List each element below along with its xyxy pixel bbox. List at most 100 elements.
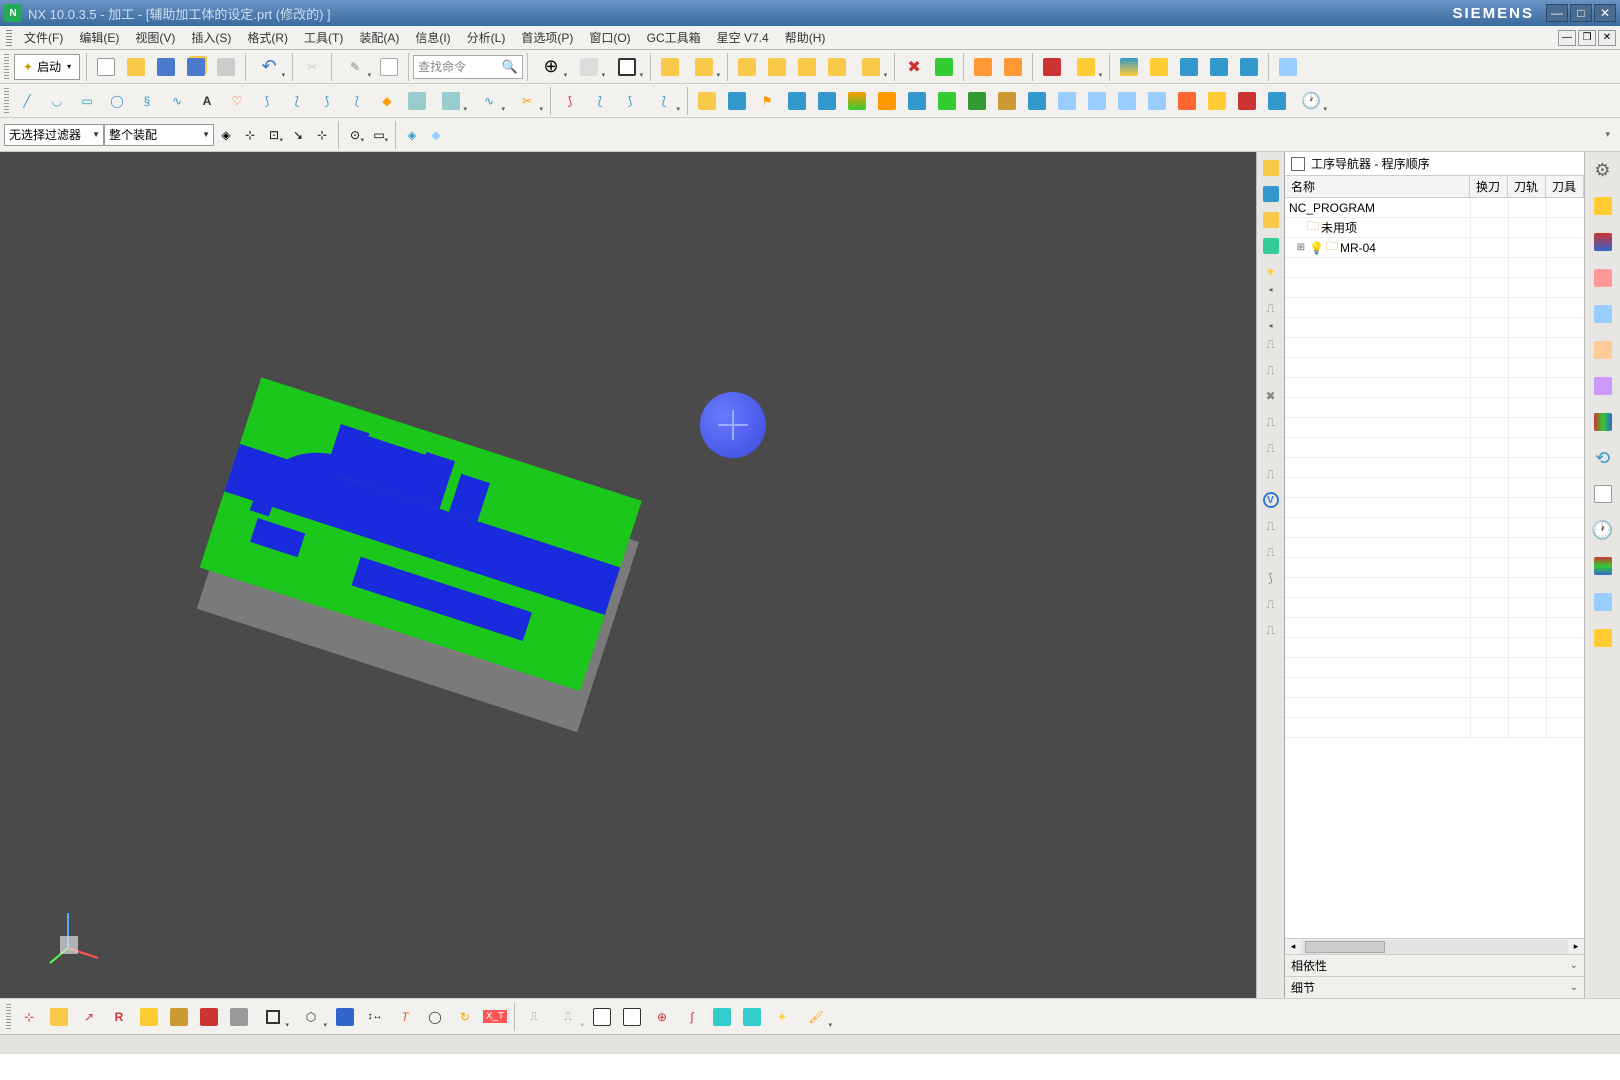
bb-red-icon[interactable]	[195, 1003, 223, 1031]
tree-root[interactable]: NC_PROGRAM	[1285, 198, 1584, 218]
expand-icon[interactable]: ⊞	[1295, 242, 1307, 253]
cam-p14-icon[interactable]	[1173, 87, 1201, 115]
menu-info[interactable]: 信息(I)	[407, 27, 458, 48]
vb-d8-icon[interactable]: ⎍	[1259, 514, 1283, 538]
red-cube-icon[interactable]	[1038, 53, 1066, 81]
sel-icon-2[interactable]: ⊹	[239, 124, 261, 146]
yellow-cube-icon[interactable]: ▾	[1068, 53, 1104, 81]
cam-p11-icon[interactable]	[1083, 87, 1111, 115]
cam-p2-icon[interactable]	[813, 87, 841, 115]
save-icon[interactable]	[152, 53, 180, 81]
curve5-icon[interactable]: ⟅▾	[646, 87, 682, 115]
cyl2-icon[interactable]: ▾	[433, 87, 469, 115]
maximize-button[interactable]: □	[1570, 4, 1592, 22]
wcs-icon[interactable]: ⊕▾	[533, 53, 569, 81]
open-icon[interactable]	[122, 53, 150, 81]
toolbar-grip-2[interactable]	[4, 88, 9, 114]
col-tool[interactable]: 刀具	[1546, 176, 1584, 197]
grid5-icon[interactable]	[1235, 53, 1263, 81]
bb-blue-icon[interactable]	[331, 1003, 359, 1031]
cam-tool-icon[interactable]	[723, 87, 751, 115]
vb-d12-icon[interactable]: ⎍	[1259, 618, 1283, 642]
cam-p3-icon[interactable]	[843, 87, 871, 115]
sel-icon-8[interactable]: ◈	[401, 124, 423, 146]
cam-p4-icon[interactable]	[873, 87, 901, 115]
cam-p16-icon[interactable]	[1233, 87, 1261, 115]
orange1-icon[interactable]	[969, 53, 997, 81]
layer-icon[interactable]: ▾	[571, 53, 607, 81]
print-icon[interactable]	[212, 53, 240, 81]
res-r4-icon[interactable]	[1589, 300, 1617, 328]
bb-xt-icon[interactable]: X_T	[481, 1003, 509, 1031]
bb-brown-icon[interactable]	[165, 1003, 193, 1031]
grid3-icon[interactable]	[1175, 53, 1203, 81]
bb-hex-icon[interactable]: ⬡▾	[293, 1003, 329, 1031]
vb-d10-icon[interactable]: ⟆	[1259, 566, 1283, 590]
ellipse-icon[interactable]: ◯	[103, 87, 131, 115]
cam-p7-icon[interactable]	[963, 87, 991, 115]
res-r2-icon[interactable]	[1589, 228, 1617, 256]
res-r10-icon[interactable]	[1589, 588, 1617, 616]
tool-icon[interactable]	[763, 53, 791, 81]
grid2-icon[interactable]	[1145, 53, 1173, 81]
menu-gctoolbox[interactable]: GC工具箱	[639, 27, 709, 48]
geometry-icon[interactable]	[793, 53, 821, 81]
cam-p6-icon[interactable]	[933, 87, 961, 115]
cyl1-icon[interactable]	[403, 87, 431, 115]
res-r11-icon[interactable]	[1589, 624, 1617, 652]
bb-circle-icon[interactable]: ◯	[421, 1003, 449, 1031]
close-button[interactable]: ✕	[1594, 4, 1616, 22]
grid4-icon[interactable]	[1205, 53, 1233, 81]
menu-window[interactable]: 窗口(O)	[581, 27, 638, 48]
bb-teal1-icon[interactable]	[708, 1003, 736, 1031]
bb-cube-icon[interactable]	[45, 1003, 73, 1031]
bb-text-icon[interactable]: T	[391, 1003, 419, 1031]
bb-gray-icon[interactable]	[225, 1003, 253, 1031]
bb-yellow-icon[interactable]	[135, 1003, 163, 1031]
cube2-icon[interactable]: ▾	[686, 53, 722, 81]
navigation-compass-icon[interactable]	[700, 392, 766, 458]
misc-icon[interactable]	[1274, 53, 1302, 81]
pin-icon[interactable]	[1291, 157, 1305, 171]
sel-icon-3[interactable]: ⊡▾	[263, 124, 285, 146]
section-dependencies[interactable]: 相依性 ⌄	[1285, 954, 1584, 976]
bottom-grip[interactable]	[6, 1004, 11, 1030]
cam-p1-icon[interactable]	[783, 87, 811, 115]
bb-teal2-icon[interactable]	[738, 1003, 766, 1031]
intersect-icon[interactable]: ◆	[373, 87, 401, 115]
grid1-icon[interactable]	[1115, 53, 1143, 81]
menu-format[interactable]: 格式(R)	[239, 27, 296, 48]
heart-icon[interactable]: ♡	[223, 87, 251, 115]
menu-edit[interactable]: 编辑(E)	[71, 27, 127, 48]
arc-icon[interactable]: ◡	[43, 87, 71, 115]
menu-insert[interactable]: 插入(S)	[183, 27, 239, 48]
vb-d11-icon[interactable]: ⎍	[1259, 592, 1283, 616]
bb-paint-icon[interactable]: 🖌▾	[798, 1003, 834, 1031]
new-icon[interactable]	[92, 53, 120, 81]
assembly-filter-dropdown[interactable]: 整个装配	[104, 124, 214, 146]
bb-axes-icon[interactable]: ↕↔	[361, 1003, 389, 1031]
menu-view[interactable]: 视图(V)	[127, 27, 183, 48]
mdi-restore[interactable]: ❐	[1578, 30, 1596, 46]
bb-target-icon[interactable]: ⊕	[648, 1003, 676, 1031]
res-r7-icon[interactable]	[1589, 408, 1617, 436]
cam-p10-icon[interactable]	[1053, 87, 1081, 115]
menu-file[interactable]: 文件(F)	[16, 27, 71, 48]
vb-layers-icon[interactable]	[1259, 234, 1283, 258]
col-toolchange[interactable]: 换刀	[1470, 176, 1508, 197]
selection-filter-dropdown[interactable]: 无选择过滤器	[4, 124, 104, 146]
bb-grid1-icon[interactable]	[588, 1003, 616, 1031]
vb-d7-icon[interactable]: ⎍	[1259, 462, 1283, 486]
cam-flag-icon[interactable]: ⚑	[753, 87, 781, 115]
vb-cube-icon[interactable]	[1259, 208, 1283, 232]
spiral-icon[interactable]: §	[133, 87, 161, 115]
vb-d3-icon[interactable]: ⎍	[1259, 358, 1283, 382]
cam-p15-icon[interactable]	[1203, 87, 1231, 115]
cut-icon[interactable]: ✂	[298, 53, 326, 81]
toolbar-grip[interactable]	[4, 54, 9, 80]
bb-d2-icon[interactable]: ⎍▾	[550, 1003, 586, 1031]
command-search[interactable]: 查找命令 🔍	[413, 55, 523, 79]
curve2-icon[interactable]: ⟆	[556, 87, 584, 115]
measure-icon[interactable]: ✎▾	[337, 53, 373, 81]
res-r1-icon[interactable]	[1589, 192, 1617, 220]
